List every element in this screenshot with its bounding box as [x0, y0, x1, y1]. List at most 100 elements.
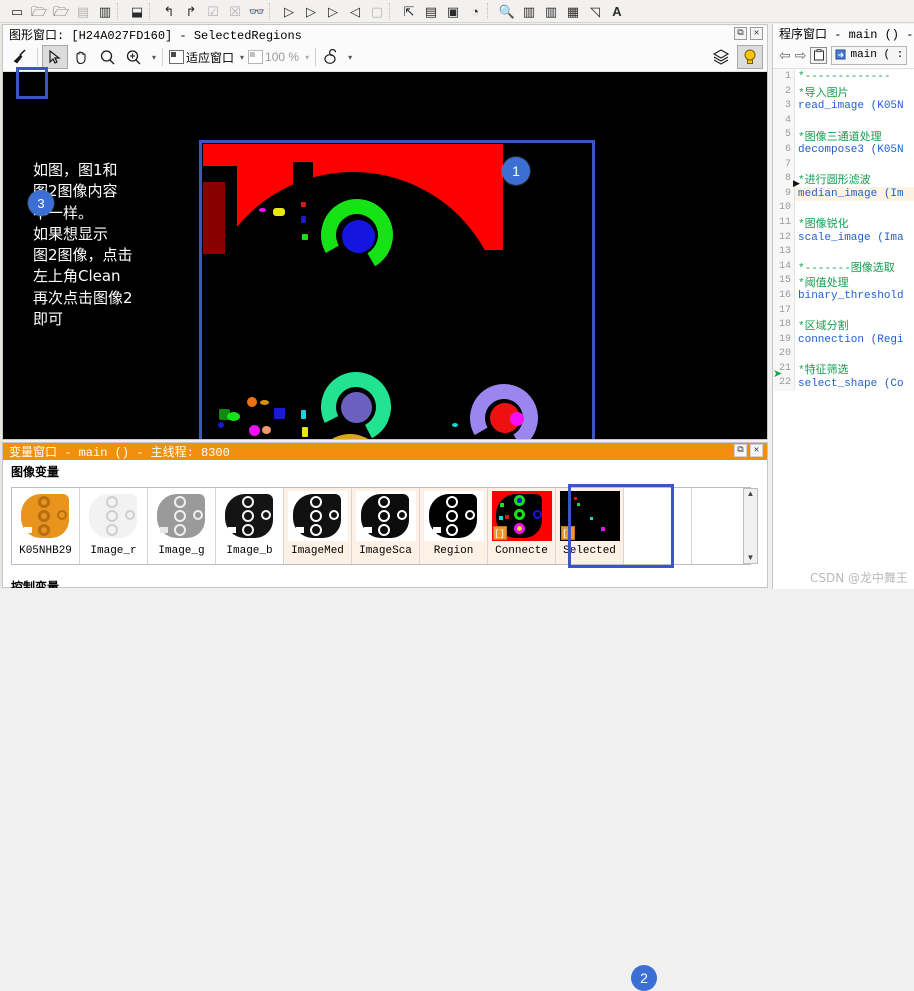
variable-thumbnail: [152, 491, 212, 541]
mouse-pointer-icon: [322, 49, 342, 65]
code-editor[interactable]: 1*------------- 2*导入图片 3read_image (K05N…: [773, 70, 914, 589]
restore-button[interactable]: ⧉: [734, 27, 747, 40]
region-blob-purple-mid: [341, 392, 372, 423]
code-line[interactable]: 6decompose3 (K05N: [773, 143, 914, 158]
line-number: 5: [773, 128, 795, 143]
code-line[interactable]: 21*特征筛选: [773, 362, 914, 377]
scroll-down-icon[interactable]: ▼: [747, 553, 755, 563]
code-line[interactable]: 10: [773, 201, 914, 216]
redo-icon[interactable]: ↱: [180, 1, 202, 21]
procedure-selector[interactable]: main ( :: [831, 46, 907, 65]
code-line[interactable]: 4: [773, 114, 914, 129]
zoom-magnifier-icon[interactable]: [94, 45, 120, 69]
histogram-icon[interactable]: ▥: [518, 1, 540, 21]
back-icon[interactable]: ⇦: [779, 47, 791, 64]
zoom-percent-combo[interactable]: 100 % ▾: [246, 47, 311, 67]
variable-strip-scrollbar[interactable]: ▲ ▼: [743, 488, 758, 564]
code-text: *区域分割: [795, 317, 849, 333]
code-line[interactable]: 7: [773, 158, 914, 173]
step-into-icon[interactable]: ▷: [322, 1, 344, 21]
graphics-canvas[interactable]: 3 如图，图1和 图2图像内容 不一样。 如果想显示 图2图像，点击 左上角Cl…: [3, 72, 767, 439]
profile-icon[interactable]: ◹: [584, 1, 606, 21]
new-file-icon[interactable]: ▭: [6, 1, 28, 21]
stop-icon[interactable]: ▢: [366, 1, 388, 21]
close-button[interactable]: ✕: [750, 444, 763, 457]
select-cursor-icon[interactable]: [42, 45, 68, 69]
code-line[interactable]: 12scale_image (Ima: [773, 231, 914, 246]
list-item[interactable]: Image_b: [216, 488, 284, 564]
code-line[interactable]: 1*-------------: [773, 70, 914, 85]
fit-window-combo[interactable]: 适应窗口 ▾: [167, 47, 246, 67]
line-number: 2: [773, 85, 795, 100]
forward-icon[interactable]: ⇨: [795, 47, 807, 64]
open-folder-icon[interactable]: 🗁: [28, 1, 50, 21]
zoom-mode-caret[interactable]: ▾: [146, 47, 158, 67]
processed-board-image[interactable]: [203, 144, 592, 439]
region-dot-magenta-large: [510, 412, 524, 426]
code-line[interactable]: 5*图像三通道处理: [773, 128, 914, 143]
list-item-empty: [624, 488, 692, 564]
noise-dot: [247, 397, 257, 407]
activate-code-icon[interactable]: ☑: [202, 1, 224, 21]
insert-operator-icon[interactable]: ▣: [442, 1, 464, 21]
watch-icon[interactable]: ◔: [464, 1, 486, 21]
code-line[interactable]: 19connection (Regi: [773, 333, 914, 348]
zoom-in-icon[interactable]: [120, 45, 146, 69]
save-as-icon[interactable]: ▥: [94, 1, 116, 21]
list-item[interactable]: Region: [420, 488, 488, 564]
code-line[interactable]: 14*-------图像选取: [773, 260, 914, 275]
list-item[interactable]: Image_r: [80, 488, 148, 564]
find-icon[interactable]: 👓: [246, 1, 268, 21]
undo-icon[interactable]: ↰: [158, 1, 180, 21]
code-line[interactable]: 22select_shape (Co: [773, 376, 914, 391]
list-item[interactable]: ImageSca: [352, 488, 420, 564]
list-item[interactable]: ImageMed: [284, 488, 352, 564]
layers-icon[interactable]: [708, 45, 734, 69]
code-line[interactable]: 11*图像锐化: [773, 216, 914, 231]
list-item[interactable]: Image_g: [148, 488, 216, 564]
list-item[interactable]: [] Selected: [556, 488, 624, 564]
annotation-line: 再次点击图像2: [33, 288, 198, 309]
text-tool-icon[interactable]: A: [606, 1, 628, 21]
pan-hand-icon[interactable]: [68, 45, 94, 69]
open-recent-icon[interactable]: 🗁: [50, 1, 72, 21]
run-icon[interactable]: ▷: [278, 1, 300, 21]
restore-button[interactable]: ⧉: [734, 444, 747, 457]
annotation-badge-1: 1: [502, 157, 530, 185]
mouse-mode-combo[interactable]: ▾: [320, 47, 354, 67]
new-window-icon[interactable]: ⬓: [126, 1, 148, 21]
zoom-tool-icon[interactable]: 🔍: [496, 1, 518, 21]
lightbulb-icon[interactable]: [737, 45, 763, 69]
close-button[interactable]: ✕: [750, 27, 763, 40]
image-variables-strip[interactable]: K05NHB29 Image_r Image_g: [11, 487, 751, 565]
feature-histogram-icon[interactable]: ▥: [540, 1, 562, 21]
list-item[interactable]: K05NHB29: [12, 488, 80, 564]
variable-thumbnail: [16, 491, 76, 541]
scroll-up-icon[interactable]: ▲: [747, 489, 755, 499]
step-over-icon[interactable]: ▷: [300, 1, 322, 21]
code-line[interactable]: 3read_image (K05N: [773, 99, 914, 114]
noise-dot: [218, 422, 224, 428]
graphics-window-toolbar: ▾ 适应窗口 ▾ 100 % ▾ ▾: [3, 43, 767, 72]
code-line[interactable]: 20: [773, 347, 914, 362]
code-line[interactable]: 16binary_threshold: [773, 289, 914, 304]
step-out-icon[interactable]: ◁: [344, 1, 366, 21]
code-line[interactable]: 18*区域分割: [773, 318, 914, 333]
code-line[interactable]: 17: [773, 304, 914, 319]
code-text: *阈值处理: [795, 274, 849, 290]
clipboard-icon[interactable]: [810, 47, 827, 64]
save-icon[interactable]: ▤: [72, 1, 94, 21]
code-text: *图像三通道处理: [795, 128, 882, 144]
list-item[interactable]: [] Connecte: [488, 488, 556, 564]
code-line[interactable]: 13: [773, 245, 914, 260]
code-line[interactable]: 2*导入图片: [773, 85, 914, 100]
deactivate-code-icon[interactable]: ☒: [224, 1, 246, 21]
reset-program-icon[interactable]: ⇱: [398, 1, 420, 21]
watermark: CSDN @龙中舞王: [810, 569, 908, 586]
gray-histogram-icon[interactable]: ▦: [562, 1, 584, 21]
zoom-percent-icon: [248, 50, 263, 64]
line-number: 1: [773, 70, 795, 85]
program-counter-icon[interactable]: ▤: [420, 1, 442, 21]
code-line[interactable]: 15*阈值处理: [773, 274, 914, 289]
broom-clean-icon[interactable]: [7, 45, 33, 69]
